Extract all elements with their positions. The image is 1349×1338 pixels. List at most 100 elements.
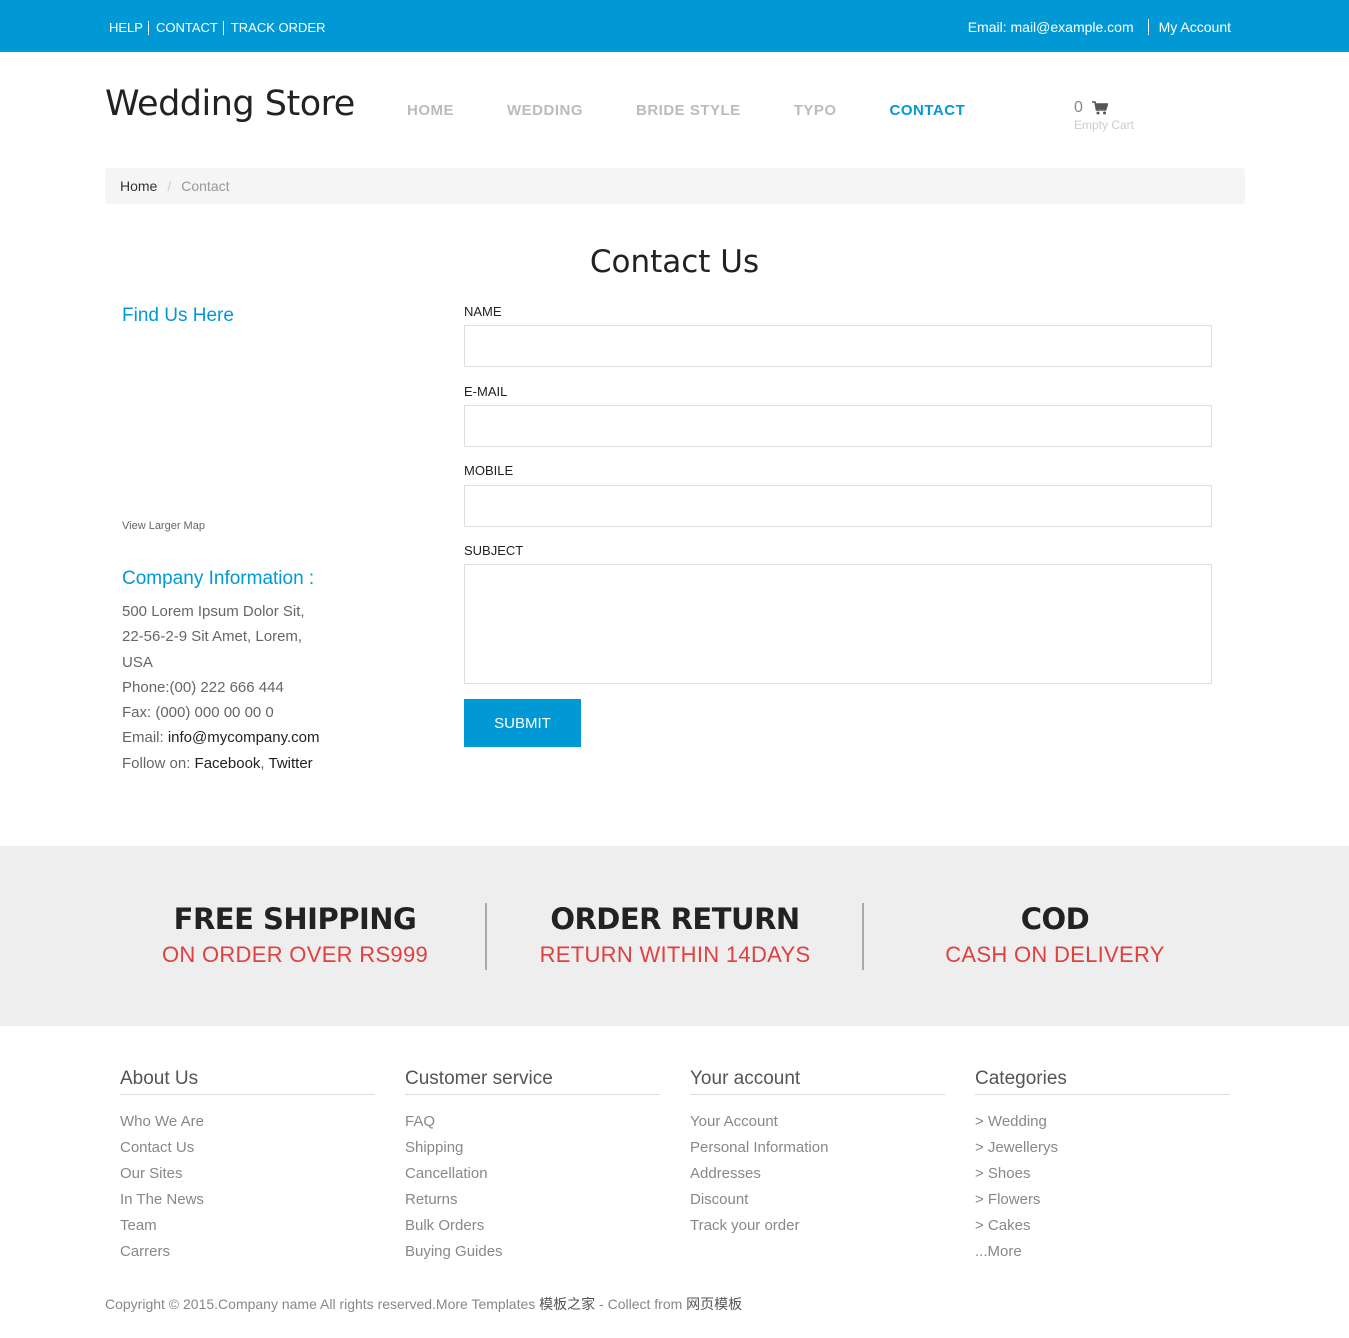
footer-col-title: Customer service: [405, 1068, 660, 1095]
subject-field[interactable]: [464, 564, 1212, 684]
footer-link[interactable]: Addresses: [690, 1165, 945, 1191]
cart-widget[interactable]: 0 Empty Cart: [1074, 99, 1134, 132]
name-field[interactable]: [464, 325, 1212, 367]
footer-link[interactable]: Contact Us: [120, 1139, 375, 1165]
footer-col-title: Your account: [690, 1068, 945, 1095]
footer-col-title: Categories: [975, 1068, 1230, 1095]
footer-link[interactable]: > Flowers: [975, 1191, 1230, 1217]
footer-link[interactable]: > Jewellerys: [975, 1139, 1230, 1165]
footer-link[interactable]: > Wedding: [975, 1113, 1230, 1139]
feature-divider: [862, 903, 864, 970]
copyright-mid: - Collect from: [595, 1296, 687, 1312]
address-line: USA: [122, 653, 153, 671]
footer-link[interactable]: Your Account: [690, 1113, 945, 1139]
email-label: Email:: [122, 729, 168, 747]
feature-subtext: ON ORDER OVER RS999: [161, 942, 429, 967]
footer-link[interactable]: > Shoes: [975, 1165, 1230, 1191]
breadcrumb: Home / Contact: [105, 168, 1245, 204]
cart-icon[interactable]: [1092, 101, 1109, 115]
company-phone: Phone:(00) 222 666 444: [122, 678, 284, 696]
twitter-link[interactable]: Twitter: [269, 755, 313, 772]
nav-home[interactable]: HOME: [407, 102, 454, 119]
footer-link[interactable]: Discount: [690, 1191, 945, 1217]
nav-wedding[interactable]: WEDDING: [507, 102, 583, 119]
divider: [147, 20, 149, 35]
footer-link[interactable]: > Cakes: [975, 1217, 1230, 1243]
feature-heading: ORDER RETURN: [550, 902, 800, 936]
cart-label: Empty Cart: [1074, 118, 1135, 132]
feature-subtext: RETURN WITHIN 14DAYS: [539, 942, 811, 967]
name-label: NAME: [464, 304, 502, 319]
footer-link[interactable]: Bulk Orders: [405, 1217, 660, 1243]
footer-col-about: About Us Who We Are Contact Us Our Sites…: [120, 1068, 375, 1269]
breadcrumb-separator: /: [167, 178, 172, 194]
feature-heading: FREE SHIPPING: [173, 902, 417, 936]
copyright-text: Copyright © 2015.Company name All rights…: [105, 1296, 540, 1312]
follow-label: Follow on:: [122, 754, 195, 772]
company-fax: Fax: (000) 000 00 00 0: [122, 704, 274, 722]
footer-link[interactable]: Cancellation: [405, 1165, 660, 1191]
footer-link[interactable]: In The News: [120, 1191, 375, 1217]
footer-col-customer-service: Customer service FAQ Shipping Cancellati…: [405, 1068, 660, 1269]
features-band: FREE SHIPPING ON ORDER OVER RS999 ORDER …: [0, 846, 1349, 1026]
topbar-email: Email: mail@example.com: [967, 19, 1134, 35]
nav-contact[interactable]: CONTACT: [890, 102, 966, 119]
footer-col-your-account: Your account Your Account Personal Infor…: [690, 1068, 945, 1243]
address-line: 500 Lorem Ipsum Dolor Sit,: [122, 603, 305, 620]
submit-button[interactable]: SUBMIT: [464, 699, 581, 747]
footer-link[interactable]: Track your order: [690, 1217, 945, 1243]
company-info-heading: Company Information :: [122, 568, 315, 589]
footer-col-title: About Us: [120, 1068, 375, 1095]
top-bar: HELP CONTACT TRACK ORDER Email: mail@exa…: [0, 0, 1349, 52]
copyright-link-templates[interactable]: 模板之家: [539, 1296, 595, 1312]
footer-link[interactable]: Returns: [405, 1191, 660, 1217]
follow-comma: ,: [260, 754, 269, 772]
footer-link[interactable]: FAQ: [405, 1113, 660, 1139]
email-label: E-MAIL: [464, 384, 508, 399]
footer-col-categories: Categories > Wedding > Jewellerys > Shoe…: [975, 1068, 1230, 1269]
company-email-link[interactable]: info@mycompany.com: [168, 729, 320, 746]
breadcrumb-home[interactable]: Home: [120, 178, 157, 194]
feature-subtext: CASH ON DELIVERY: [945, 942, 1165, 967]
top-account: Email: mail@example.com My Account: [968, 19, 1231, 35]
mobile-label: MOBILE: [464, 463, 514, 478]
email-field[interactable]: [464, 405, 1212, 447]
facebook-link[interactable]: Facebook: [195, 755, 261, 772]
divider: [1147, 19, 1149, 35]
my-account-link[interactable]: My Account: [1159, 19, 1231, 35]
company-email: Email: info@mycompany.com: [122, 725, 320, 750]
track-order-link[interactable]: TRACK ORDER: [231, 20, 326, 35]
footer-link[interactable]: Team: [120, 1217, 375, 1243]
copyright: Copyright © 2015.Company name All rights…: [105, 1294, 742, 1314]
help-link[interactable]: HELP: [109, 20, 143, 35]
footer-link[interactable]: Shipping: [405, 1139, 660, 1165]
contact-link[interactable]: CONTACT: [156, 20, 218, 35]
subject-label: SUBJECT: [464, 543, 524, 558]
footer-link[interactable]: Personal Information: [690, 1139, 945, 1165]
footer-link[interactable]: Buying Guides: [405, 1243, 660, 1269]
main-nav: HOME WEDDING BRIDE STYLE TYPO CONTACT: [407, 102, 1018, 119]
site-logo[interactable]: Wedding Store: [105, 84, 355, 124]
find-us-heading: Find Us Here: [122, 305, 234, 326]
breadcrumb-current: Contact: [181, 178, 230, 194]
copyright-link-collect[interactable]: 网页模板: [686, 1296, 742, 1312]
feature-free-shipping: FREE SHIPPING ON ORDER OVER RS999: [105, 902, 485, 968]
feature-cod: COD CASH ON DELIVERY: [865, 902, 1245, 968]
footer-link[interactable]: ...More: [975, 1243, 1230, 1269]
cart-count: 0: [1074, 99, 1083, 116]
nav-bride-style[interactable]: BRIDE STYLE: [636, 102, 741, 119]
top-links: HELP CONTACT TRACK ORDER: [109, 20, 325, 35]
footer-link[interactable]: Who We Are: [120, 1113, 375, 1139]
divider: [222, 20, 224, 35]
nav-typo[interactable]: TYPO: [794, 102, 837, 119]
footer-link[interactable]: Our Sites: [120, 1165, 375, 1191]
view-larger-map-link[interactable]: View Larger Map: [122, 520, 205, 532]
address-line: 22-56-2-9 Sit Amet, Lorem,: [122, 628, 303, 646]
company-info: 500 Lorem Ipsum Dolor Sit, 22-56-2-9 Sit…: [122, 599, 320, 776]
page-title: Contact Us: [589, 244, 760, 280]
follow-on: Follow on: Facebook, Twitter: [122, 751, 320, 776]
footer-link[interactable]: Carrers: [120, 1243, 375, 1269]
feature-heading: COD: [1020, 902, 1090, 936]
mobile-field[interactable]: [464, 485, 1212, 527]
feature-order-return: ORDER RETURN RETURN WITHIN 14DAYS: [487, 902, 863, 968]
